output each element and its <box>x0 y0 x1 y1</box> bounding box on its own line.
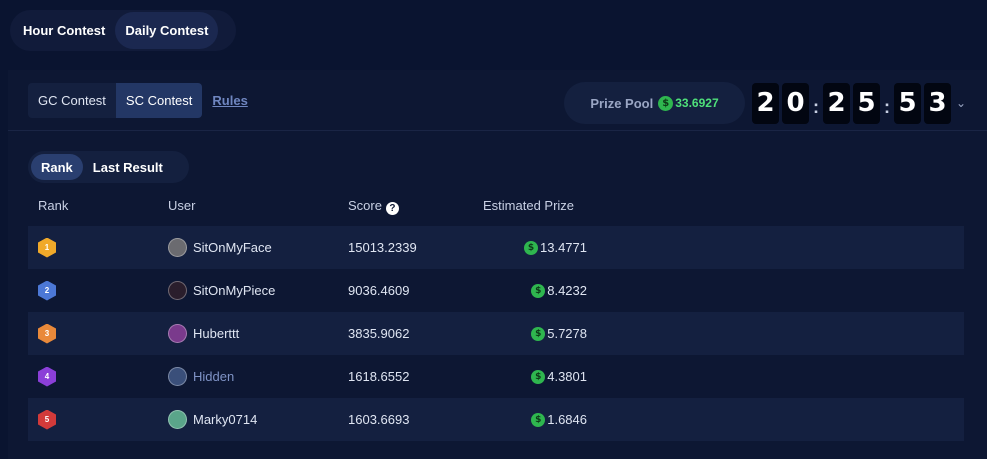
column-header-score-label: Score <box>348 198 382 213</box>
timer-digit: 5 <box>853 82 880 124</box>
timer-digit: 2 <box>752 82 779 124</box>
score-cell: 15013.2339 <box>348 240 417 255</box>
estimated-prize-cell: $8.4232 <box>531 283 587 298</box>
tab-sc-contest[interactable]: SC Contest <box>115 83 203 118</box>
rank-cell: 3 <box>38 323 56 344</box>
table-row: 2 SitOnMyPiece 9036.4609 $8.4232 <box>28 269 964 312</box>
help-icon[interactable]: ? <box>385 202 399 215</box>
user-cell[interactable]: SitOnMyPiece <box>168 281 275 300</box>
tab-last-result[interactable]: Last Result <box>83 154 173 180</box>
user-cell[interactable]: Marky0714 <box>168 410 257 429</box>
money-bag-icon: $ <box>531 283 546 298</box>
column-header-user: User <box>168 198 196 213</box>
countdown-timer: 2 0 : 2 5 : 5 3 ⌄ <box>752 82 966 124</box>
money-bag-icon: $ <box>658 95 674 111</box>
rank-cell: 1 <box>38 237 56 258</box>
column-header-score: Score? <box>348 198 399 215</box>
prize-value: 13.4771 <box>540 240 587 255</box>
prize-pool: Prize Pool $ 33.6927 <box>564 82 745 124</box>
user-cell[interactable]: Hidden <box>168 367 234 386</box>
estimated-prize-cell: $1.6846 <box>531 412 587 427</box>
prize-value: 8.4232 <box>547 283 587 298</box>
score-cell: 3835.9062 <box>348 326 410 341</box>
avatar <box>168 238 187 257</box>
prize-value: 4.3801 <box>547 369 587 384</box>
currency-tabs: GC Contest SC Contest Rules <box>28 83 248 118</box>
timer-digit: 2 <box>823 82 850 124</box>
panel-header: GC Contest SC Contest Rules Prize Pool $… <box>8 70 987 131</box>
timer-digit: 5 <box>894 82 921 124</box>
rank-medal-icon: 2 <box>38 280 56 301</box>
tab-rank[interactable]: Rank <box>31 154 83 180</box>
column-header-rank: Rank <box>38 198 69 213</box>
contest-period-tabs: Hour Contest Daily Contest <box>10 10 236 51</box>
avatar <box>168 367 187 386</box>
table-row: 5 Marky0714 1603.6693 $1.6846 <box>28 398 964 441</box>
rank-medal-icon: 4 <box>38 366 56 387</box>
estimated-prize-cell: $4.3801 <box>531 369 587 384</box>
estimated-prize-cell: $5.7278 <box>531 326 587 341</box>
score-cell: 9036.4609 <box>348 283 410 298</box>
table-row: 3 Huberttt 3835.9062 $5.7278 <box>28 312 964 355</box>
prize-pool-label: Prize Pool <box>590 95 654 111</box>
username: SitOnMyFace <box>193 240 272 255</box>
timer-digit: 3 <box>924 82 951 124</box>
column-header-prize: Estimated Prize <box>483 198 575 213</box>
timer-separator: : <box>884 96 890 117</box>
rank-view-tabs: Rank Last Result <box>28 151 189 183</box>
prize-value: 1.6846 <box>547 412 587 427</box>
money-bag-icon: $ <box>524 240 538 255</box>
money-bag-icon: $ <box>531 326 546 341</box>
prize-pool-amount: 33.6927 <box>675 96 719 110</box>
money-bag-icon: $ <box>531 412 546 427</box>
user-cell[interactable]: SitOnMyFace <box>168 238 272 257</box>
tab-daily-contest[interactable]: Daily Contest <box>115 12 219 49</box>
rank-medal-icon: 3 <box>38 323 56 344</box>
estimated-prize-cell: $13.4771 <box>524 240 587 255</box>
score-cell: 1618.6552 <box>348 369 410 384</box>
tab-gc-contest[interactable]: GC Contest <box>28 83 116 118</box>
username: Hidden <box>193 369 235 384</box>
rank-medal-icon: 5 <box>38 409 56 430</box>
avatar <box>168 410 187 429</box>
chevron-down-icon[interactable]: ⌄ <box>956 96 966 110</box>
rank-cell: 2 <box>38 280 56 301</box>
table-row: 4 Hidden 1618.6552 $4.3801 <box>28 355 964 398</box>
rules-link[interactable]: Rules <box>212 93 247 108</box>
user-cell[interactable]: Huberttt <box>168 324 239 343</box>
username: Marky0714 <box>193 412 258 427</box>
prize-value: 5.7278 <box>547 326 587 341</box>
username: Huberttt <box>193 326 240 341</box>
rank-medal-icon: 1 <box>38 237 56 258</box>
tab-hour-contest[interactable]: Hour Contest <box>13 12 115 49</box>
timer-digit: 0 <box>782 82 809 124</box>
timer-separator: : <box>813 96 819 117</box>
rank-cell: 4 <box>38 366 56 387</box>
rank-cell: 5 <box>38 409 56 430</box>
username: SitOnMyPiece <box>193 283 276 298</box>
contest-panel: GC Contest SC Contest Rules Prize Pool $… <box>8 70 987 459</box>
avatar <box>168 324 187 343</box>
score-cell: 1603.6693 <box>348 412 410 427</box>
money-bag-icon: $ <box>531 369 546 384</box>
avatar <box>168 281 187 300</box>
table-row: 1 SitOnMyFace 15013.2339 $13.4771 <box>28 226 964 269</box>
